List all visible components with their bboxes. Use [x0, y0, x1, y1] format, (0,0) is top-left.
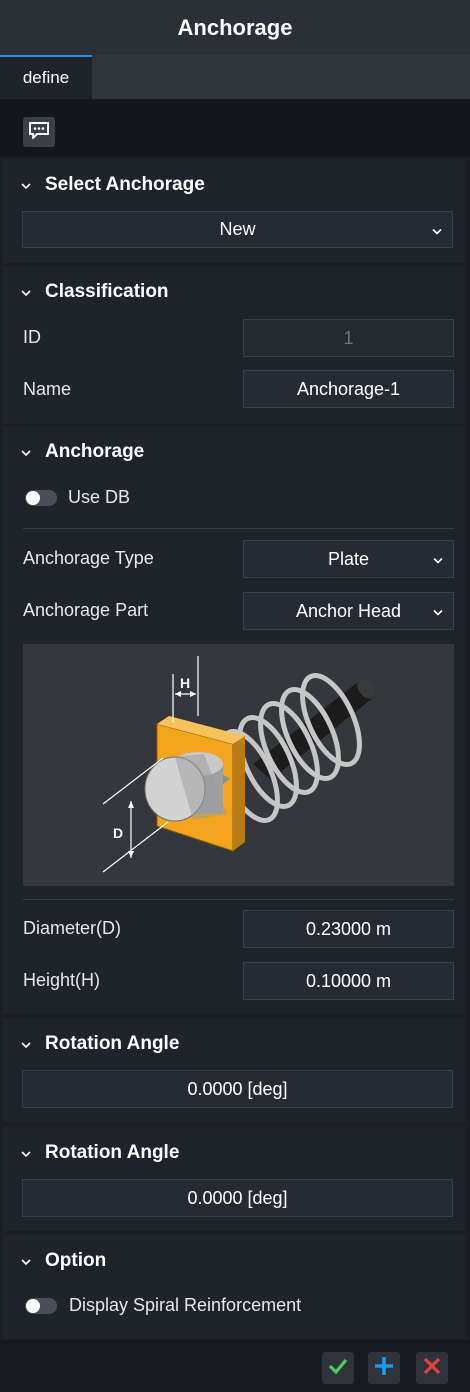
tab-strip: define	[0, 55, 470, 99]
rotation-angle-section: Rotation Angle 0.0000 [deg]	[3, 1018, 466, 1122]
close-icon	[423, 1357, 441, 1380]
rotation-angle-value: 0.0000 [deg]	[187, 1078, 288, 1099]
footer-bar	[0, 1340, 470, 1392]
rotation-angle-value-2: 0.0000 [deg]	[187, 1187, 288, 1208]
anchorage-part-value: Anchor Head	[295, 600, 402, 621]
name-value: Anchorage-1	[296, 378, 401, 399]
anchorage-select-value: New	[219, 219, 256, 239]
anchorage-title: Anchorage	[45, 441, 145, 462]
chevron-down-icon	[21, 1250, 35, 1272]
rotation-angle-header-2[interactable]: Rotation Angle	[21, 1139, 179, 1167]
rotation-angle-title: Rotation Angle	[45, 1033, 180, 1054]
tab-define-label: define	[22, 68, 70, 87]
classification-header[interactable]: Classification	[21, 278, 169, 306]
toggle-knob	[26, 1299, 40, 1313]
window-title-text: Anchorage	[177, 14, 293, 40]
select-anchorage-section: Select Anchorage New	[3, 159, 466, 263]
tab-strip-filler	[92, 55, 470, 99]
anchorage-type-select[interactable]: Plate	[243, 540, 454, 578]
height-label: Height(H)	[23, 970, 101, 990]
anchor-head-illustration: H D	[23, 644, 454, 886]
plus-icon	[374, 1356, 394, 1381]
select-anchorage-header[interactable]: Select Anchorage	[21, 171, 205, 199]
h-dimension-label: H	[180, 675, 190, 691]
memo-button[interactable]	[23, 117, 55, 147]
diameter-label: Diameter(D)	[23, 918, 122, 938]
diameter-field[interactable]: 0.23000 m	[243, 910, 454, 948]
spiral-reinforcement-label: Display Spiral Reinforcement	[69, 1295, 302, 1315]
anchorage-section: Anchorage Use DB Anchorage Type Plate An…	[3, 426, 466, 1014]
id-field: 1	[243, 319, 454, 357]
divider	[23, 528, 454, 529]
add-button[interactable]	[368, 1352, 400, 1384]
window-title: Anchorage	[0, 0, 470, 55]
rotation-angle-header[interactable]: Rotation Angle	[21, 1030, 179, 1058]
toggle-knob	[26, 491, 40, 505]
anchorage-select[interactable]: New	[22, 211, 453, 248]
id-value: 1	[343, 327, 354, 348]
rotation-angle-section-2: Rotation Angle 0.0000 [deg]	[3, 1127, 466, 1231]
anchorage-part-select[interactable]: Anchor Head	[243, 592, 454, 630]
rotation-angle-field[interactable]: 0.0000 [deg]	[22, 1070, 453, 1108]
id-label: ID	[23, 327, 41, 347]
anchorage-header[interactable]: Anchorage	[21, 438, 144, 466]
height-value: 0.10000 m	[305, 970, 392, 991]
message-icon	[28, 121, 50, 144]
diameter-value: 0.23000 m	[305, 918, 392, 939]
chevron-down-icon	[21, 174, 35, 196]
rotation-angle-title-2: Rotation Angle	[45, 1142, 180, 1163]
chevron-down-icon	[21, 1142, 35, 1164]
anchorage-part-label: Anchorage Part	[23, 600, 149, 620]
option-section: Option Display Spiral Reinforcement	[3, 1235, 466, 1339]
chevron-down-icon	[433, 549, 443, 570]
cancel-button[interactable]	[416, 1352, 448, 1384]
spiral-reinforcement-toggle[interactable]	[25, 1298, 57, 1314]
classification-section: Classification ID 1 Name Anchorage-1	[3, 266, 466, 424]
divider	[23, 899, 454, 900]
tab-define[interactable]: define	[0, 55, 92, 99]
ok-button[interactable]	[322, 1352, 354, 1384]
name-label: Name	[23, 379, 72, 399]
use-db-label: Use DB	[68, 487, 131, 507]
chevron-down-icon	[21, 441, 35, 463]
name-field[interactable]: Anchorage-1	[243, 370, 454, 408]
check-icon	[328, 1358, 348, 1379]
chevron-down-icon	[433, 601, 443, 622]
classification-title: Classification	[45, 281, 169, 302]
d-dimension-label: D	[113, 825, 123, 841]
chevron-down-icon	[432, 219, 442, 240]
option-title: Option	[45, 1250, 107, 1271]
select-anchorage-title: Select Anchorage	[45, 174, 205, 195]
option-header[interactable]: Option	[21, 1247, 106, 1275]
use-db-toggle[interactable]	[25, 490, 57, 506]
anchorage-type-value: Plate	[327, 548, 370, 569]
rotation-angle-field-2[interactable]: 0.0000 [deg]	[22, 1179, 453, 1217]
chevron-down-icon	[21, 281, 35, 303]
toolbar	[0, 99, 470, 157]
chevron-down-icon	[21, 1033, 35, 1055]
anchorage-type-label: Anchorage Type	[23, 548, 154, 568]
height-field[interactable]: 0.10000 m	[243, 962, 454, 1000]
